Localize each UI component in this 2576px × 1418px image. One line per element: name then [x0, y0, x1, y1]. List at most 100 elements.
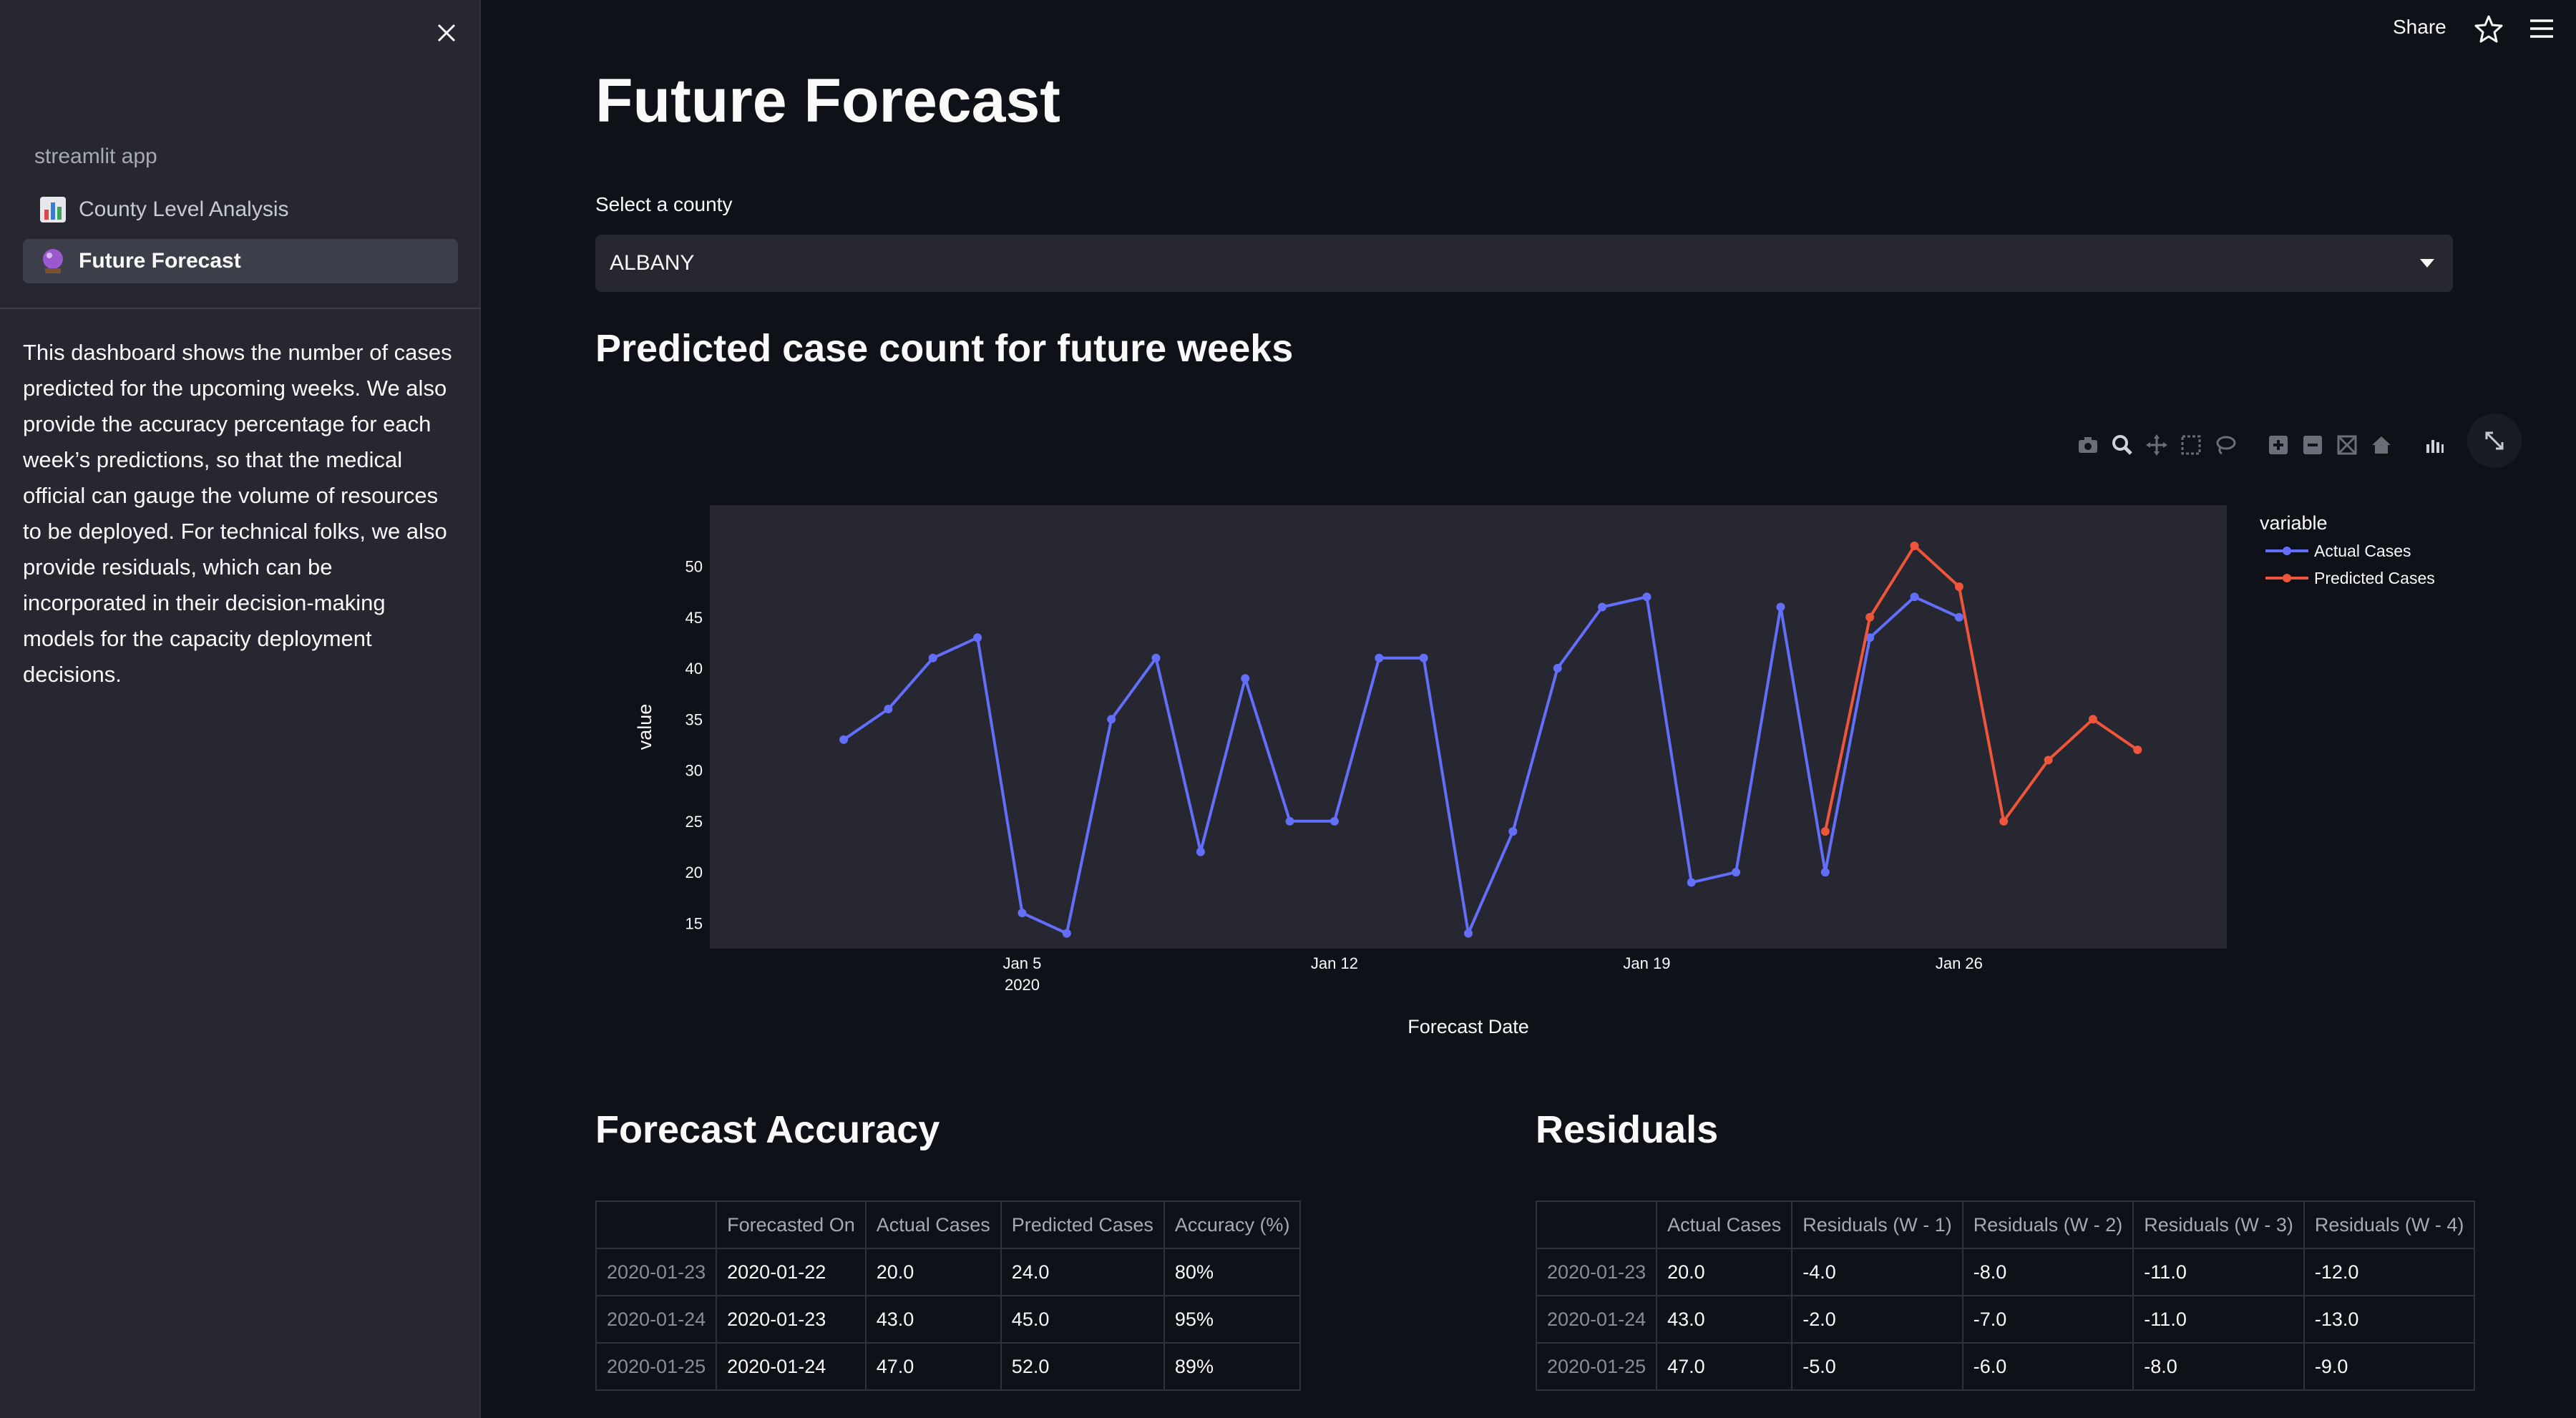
autoscale-icon[interactable]: [2331, 429, 2363, 461]
table-cell[interactable]: -7.0: [1961, 1295, 2135, 1344]
box-select-icon[interactable]: [2175, 429, 2207, 461]
table-header[interactable]: Actual Cases: [864, 1201, 1002, 1249]
table-cell[interactable]: 89%: [1163, 1342, 1302, 1391]
table-cell[interactable]: -6.0: [1961, 1342, 2135, 1391]
table-cell[interactable]: -5.0: [1791, 1342, 1963, 1391]
table-cell[interactable]: 52.0: [1000, 1342, 1165, 1391]
table-header[interactable]: Residuals (W - 2): [1961, 1201, 2135, 1249]
y-tick-label: 40: [686, 660, 703, 678]
forecast-line-chart[interactable]: 15 20 25 30 35 40 45 50 Jan 5 2020 Jan 12 Jan 19 Jan…: [623, 494, 2454, 1052]
chart-modebar: [2072, 429, 2453, 461]
table-cell[interactable]: 24.0: [1000, 1248, 1165, 1296]
chevron-down-icon: [2420, 259, 2434, 268]
data-point: [1776, 602, 1785, 612]
table-header[interactable]: Predicted Cases: [1000, 1201, 1165, 1249]
home-icon[interactable]: [2366, 429, 2397, 461]
table-cell[interactable]: -2.0: [1791, 1295, 1963, 1344]
table-cell[interactable]: 47.0: [1656, 1342, 1793, 1391]
table-cell[interactable]: 43.0: [1656, 1295, 1793, 1344]
zoom-icon[interactable]: [2107, 429, 2138, 461]
sidebar-description: This dashboard shows the number of cases…: [23, 340, 452, 687]
table-header[interactable]: Residuals (W - 3): [2132, 1201, 2305, 1249]
star-icon[interactable]: [2473, 13, 2504, 44]
data-point: [1687, 878, 1696, 887]
sidebar-item-future-forecast[interactable]: Future Forecast: [23, 239, 458, 283]
table-cell-index[interactable]: 2020-01-23: [1535, 1248, 1658, 1296]
chart-heading: Predicted case count for future weeks: [595, 327, 1294, 370]
data-point: [1553, 664, 1562, 673]
data-point: [1285, 816, 1294, 826]
sidebar-item-county-level-analysis[interactable]: County Level Analysis: [23, 187, 458, 232]
sidebar-item-label: Future Forecast: [79, 249, 241, 273]
data-point: [1241, 674, 1250, 683]
x-tick-label: Jan 19: [1623, 954, 1670, 972]
table-cell[interactable]: -11.0: [2132, 1248, 2305, 1296]
pan-icon[interactable]: [2141, 429, 2172, 461]
table-header[interactable]: Accuracy (%): [1163, 1201, 1302, 1249]
table-cell-index[interactable]: 2020-01-24: [1535, 1295, 1658, 1344]
table-cell[interactable]: 43.0: [864, 1295, 1002, 1344]
close-sidebar-button[interactable]: [426, 13, 467, 53]
data-point: [1910, 542, 1919, 551]
data-point: [1642, 592, 1652, 602]
county-select-value: ALBANY: [610, 251, 695, 275]
table-cell[interactable]: 47.0: [864, 1342, 1002, 1391]
x-tick-label: Jan 26: [1936, 954, 1983, 972]
table-cell[interactable]: -9.0: [2303, 1342, 2476, 1391]
fullscreen-expand-button[interactable]: [2467, 414, 2522, 468]
table-header-index[interactable]: [595, 1201, 718, 1249]
table-cell[interactable]: -13.0: [2303, 1295, 2476, 1344]
table-cell[interactable]: -12.0: [2303, 1248, 2476, 1296]
data-point: [1062, 929, 1071, 938]
table-cell[interactable]: 20.0: [1656, 1248, 1793, 1296]
forecast-accuracy-title: Forecast Accuracy: [595, 1108, 940, 1151]
data-point: [1107, 715, 1116, 724]
zoom-in-icon[interactable]: [2263, 429, 2294, 461]
table-cell-index[interactable]: 2020-01-24: [595, 1295, 718, 1344]
table-cell[interactable]: -11.0: [2132, 1295, 2305, 1344]
table-cell[interactable]: 2020-01-22: [716, 1248, 867, 1296]
data-point: [2088, 715, 2097, 724]
lasso-select-icon[interactable]: [2210, 429, 2241, 461]
table-row: 2020-01-25 47.0 -5.0 -6.0 -8.0 -9.0: [1535, 1342, 2476, 1391]
data-point: [884, 705, 893, 714]
x-tick-label: Jan 5: [1003, 954, 1042, 972]
y-axis-label: value: [634, 704, 655, 750]
y-tick-label: 15: [686, 914, 703, 932]
close-icon: [437, 24, 456, 42]
table-row: 2020-01-24 43.0 -2.0 -7.0 -11.0 -13.0: [1535, 1295, 2476, 1344]
table-header[interactable]: Residuals (W - 4): [2303, 1201, 2476, 1249]
table-cell[interactable]: -8.0: [2132, 1342, 2305, 1391]
table-cell[interactable]: -8.0: [1961, 1248, 2135, 1296]
residuals-table[interactable]: Actual Cases Residuals (W - 1) Residuals…: [1535, 1201, 2476, 1391]
county-select[interactable]: ALBANY: [595, 235, 2453, 292]
table-cell-index[interactable]: 2020-01-25: [595, 1342, 718, 1391]
forecast-accuracy-table[interactable]: Forecasted On Actual Cases Predicted Cas…: [595, 1201, 1302, 1391]
table-cell[interactable]: 45.0: [1000, 1295, 1165, 1344]
data-point: [1954, 582, 1963, 592]
table-cell[interactable]: 2020-01-24: [716, 1342, 867, 1391]
table-cell[interactable]: 20.0: [864, 1248, 1002, 1296]
sidebar-app-name[interactable]: streamlit app: [34, 145, 157, 169]
plotly-logo-icon[interactable]: [2419, 429, 2450, 461]
data-point: [928, 653, 937, 662]
table-cell[interactable]: 2020-01-23: [716, 1295, 867, 1344]
sidebar-item-label: County Level Analysis: [79, 197, 289, 221]
zoom-out-icon[interactable]: [2297, 429, 2328, 461]
table-header[interactable]: Forecasted On: [716, 1201, 867, 1249]
table-header-index[interactable]: [1535, 1201, 1658, 1249]
table-row: 2020-01-23 2020-01-22 20.0 24.0 80%: [595, 1248, 1302, 1296]
table-cell[interactable]: 95%: [1163, 1295, 1302, 1344]
table-header[interactable]: Residuals (W - 1): [1791, 1201, 1963, 1249]
hamburger-menu-icon[interactable]: [2526, 14, 2557, 43]
table-header[interactable]: Actual Cases: [1656, 1201, 1793, 1249]
y-tick-label: 45: [686, 609, 703, 627]
camera-icon[interactable]: [2072, 429, 2104, 461]
share-button[interactable]: Share: [2393, 16, 2446, 39]
table-cell-index[interactable]: 2020-01-23: [595, 1248, 718, 1296]
data-point: [1910, 592, 1919, 602]
residuals-title: Residuals: [1536, 1108, 1719, 1151]
table-cell[interactable]: 80%: [1163, 1248, 1302, 1296]
table-cell[interactable]: -4.0: [1791, 1248, 1963, 1296]
table-cell-index[interactable]: 2020-01-25: [1535, 1342, 1658, 1391]
